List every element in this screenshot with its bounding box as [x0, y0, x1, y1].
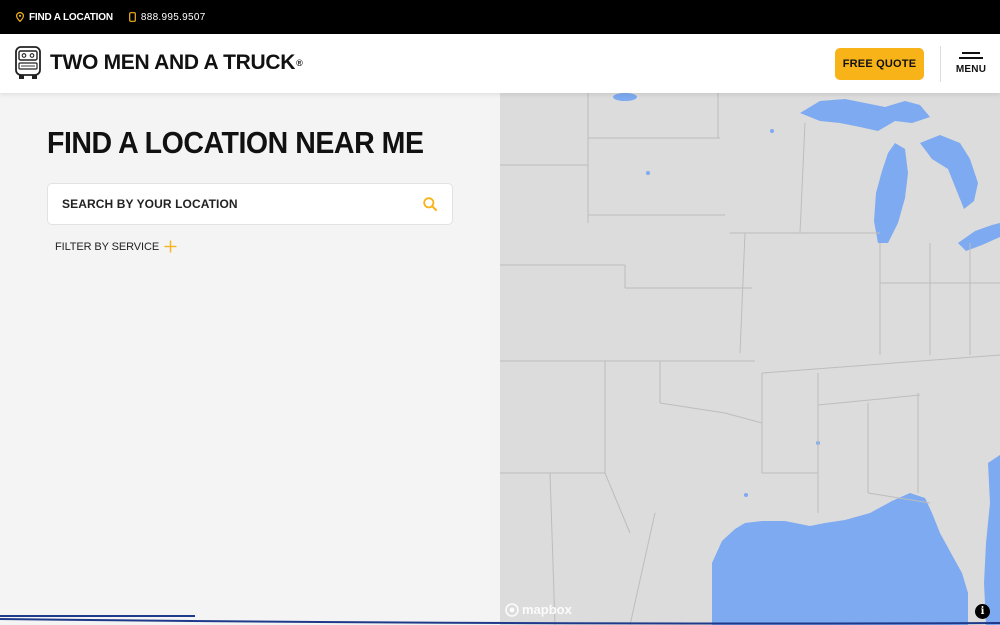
search-icon[interactable] [422, 196, 438, 212]
phone-link[interactable]: 888.995.9507 [128, 11, 206, 23]
find-location-label: FIND A LOCATION [29, 11, 113, 23]
page-title: FIND A LOCATION NEAR ME [47, 125, 424, 160]
free-quote-button[interactable]: FREE QUOTE [835, 48, 924, 80]
utility-bar: FIND A LOCATION 888.995.9507 [0, 0, 1000, 34]
brand-name: TWO MEN AND A TRUCK® [50, 51, 303, 74]
filter-label: FILTER BY SERVICE [55, 240, 160, 253]
find-location-link[interactable]: FIND A LOCATION [16, 12, 113, 23]
location-map[interactable] [500, 93, 1000, 625]
location-pin-icon [16, 12, 24, 22]
phone-icon [128, 12, 136, 22]
location-search-input[interactable] [62, 197, 422, 211]
map-canvas[interactable] [500, 93, 1000, 625]
truck-mascot-icon [15, 46, 41, 79]
search-box[interactable] [47, 183, 453, 225]
menu-divider [940, 46, 941, 82]
site-header: TWO MEN AND A TRUCK® FREE QUOTE MENU [0, 34, 1000, 93]
phone-number: 888.995.9507 [140, 11, 206, 23]
menu-label: MENU [955, 64, 987, 75]
brand-logo[interactable]: TWO MEN AND A TRUCK® [14, 45, 303, 81]
search-panel: FIND A LOCATION NEAR ME FILTER BY SERVIC… [0, 93, 500, 625]
filter-by-service-toggle[interactable]: FILTER BY SERVICE [55, 240, 177, 253]
hamburger-icon [959, 48, 983, 62]
bottom-accent-line [0, 615, 1000, 625]
menu-button[interactable]: MENU [953, 48, 989, 80]
plus-icon [164, 240, 177, 253]
